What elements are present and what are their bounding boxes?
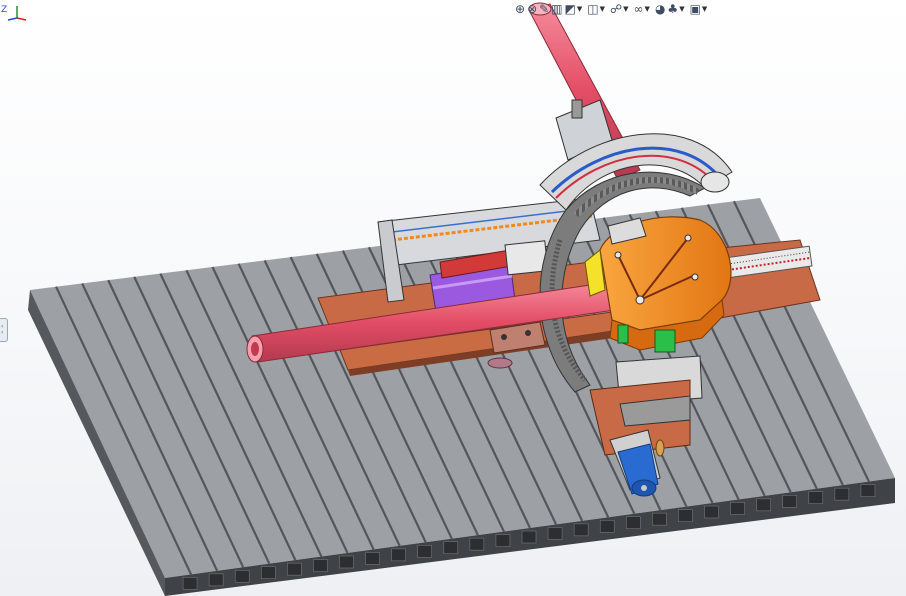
extrusion-end-profile xyxy=(730,502,745,515)
zoom-area-icon: ⊗ xyxy=(527,2,538,16)
hide-show-glasses-icon: ∞ xyxy=(633,2,644,16)
extrusion-end-profile xyxy=(782,494,798,508)
extrusion-end-profile xyxy=(469,537,485,551)
chevron-down-icon[interactable]: ▼ xyxy=(679,5,684,13)
extrusion-end-profile xyxy=(704,505,719,519)
heads-up-view-toolbar: ⊕ ⊗ ✎ ▥ ◩ ▼ ◫ ▼ ☍ ▼ ∞ ▼ ◕ ♣ ▼ ▣ ▼ xyxy=(515,0,710,18)
extrusion-end-profile xyxy=(573,523,589,537)
extrusion-end-profile xyxy=(234,569,250,583)
triad-z-axis xyxy=(7,17,18,21)
display-style-button[interactable]: ☍ ▼ xyxy=(610,1,632,17)
zoom-fit-icon: ⊕ xyxy=(515,2,526,16)
apply-scene-button[interactable]: ♣ ▼ xyxy=(667,1,687,17)
section-view-button[interactable]: ▥ xyxy=(551,1,562,17)
graphics-viewport[interactable]: ‹ ‹ Z xyxy=(0,0,906,596)
triad-x-axis xyxy=(16,17,27,21)
cad-model xyxy=(28,2,895,596)
extrusion-end-profile xyxy=(208,573,224,587)
edit-appearance-button[interactable]: ◕ xyxy=(655,1,665,17)
annotation-views-icon: ◩ xyxy=(564,2,576,16)
section-view-icon: ▥ xyxy=(551,2,563,16)
extrusion-end-profile xyxy=(287,562,302,576)
extrusion-end-profile xyxy=(599,519,615,533)
view-orientation-cube-icon: ◫ xyxy=(587,2,599,16)
display-style-icon: ☍ xyxy=(610,2,623,16)
extrusion-end-profile xyxy=(417,544,433,558)
task-pane-toggle[interactable]: ‹ ‹ xyxy=(0,318,8,342)
view-settings-button[interactable]: ▣ ▼ xyxy=(690,1,711,17)
extrusion-end-profile xyxy=(260,566,276,580)
extrusion-end-profile xyxy=(678,509,693,522)
chevron-down-icon[interactable]: ▼ xyxy=(577,5,582,13)
previous-view-button[interactable]: ✎ xyxy=(539,1,549,17)
extrusion-end-profile xyxy=(495,534,511,547)
extrusion-end-profile xyxy=(834,487,850,501)
triad-z-label: Z xyxy=(1,5,7,15)
reference-triad: Z xyxy=(1,5,27,21)
extrusion-end-profile xyxy=(313,559,328,572)
scene-icon: ♣ xyxy=(667,2,679,16)
chevron-down-icon[interactable]: ▼ xyxy=(702,5,707,13)
appearance-color-wheel-icon: ◕ xyxy=(654,2,666,16)
chevron-down-icon[interactable]: ▼ xyxy=(645,5,650,13)
zoom-to-fit-button[interactable]: ⊕ xyxy=(515,1,525,17)
extrusion-end-profile xyxy=(339,555,354,569)
extrusion-end-profile xyxy=(808,491,824,505)
extrusion-end-profile xyxy=(391,548,406,562)
view-settings-monitor-icon: ▣ xyxy=(689,2,701,16)
extrusion-end-profile xyxy=(521,530,537,544)
extrusion-end-profile xyxy=(652,512,667,526)
extrusion-end-profile xyxy=(625,516,641,530)
extrusion-end-profile xyxy=(443,541,459,555)
extrusion-end-profile xyxy=(365,552,380,565)
zoom-to-area-button[interactable]: ⊗ xyxy=(527,1,537,17)
previous-view-icon: ✎ xyxy=(539,2,550,16)
extrusion-end-profile xyxy=(756,498,771,512)
extrusion-end-profile xyxy=(547,527,563,540)
hide-show-items-button[interactable]: ∞ ▼ xyxy=(634,1,653,17)
chevron-down-icon[interactable]: ▼ xyxy=(623,5,628,13)
extrusion-end-profile xyxy=(182,577,198,590)
dynamic-annotation-button[interactable]: ◩ ▼ xyxy=(565,1,586,17)
view-orientation-button[interactable]: ◫ ▼ xyxy=(587,1,608,17)
chevron-down-icon[interactable]: ▼ xyxy=(600,5,605,13)
extrusion-end-profile xyxy=(860,484,876,497)
